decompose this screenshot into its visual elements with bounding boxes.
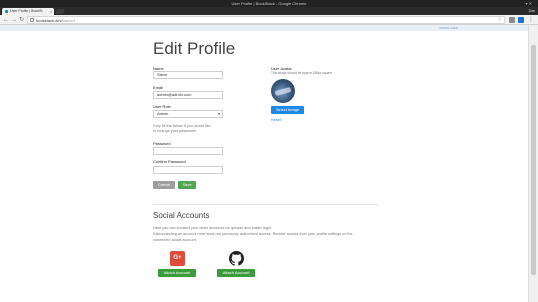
chevron-down-icon: ▾ (217, 111, 220, 116)
avatar-size-note: This image should be approx 256px square… (271, 71, 334, 75)
window-titlebar: User Profile | BookStack - Google Chrome… (0, 0, 538, 7)
section-divider (153, 204, 379, 205)
select-image-button[interactable]: Select Image (271, 106, 304, 114)
avatar-image (271, 79, 295, 103)
social-accounts-title: Social Accounts (153, 211, 210, 220)
password-label: Password (153, 141, 171, 146)
confirm-password-input[interactable] (153, 166, 223, 174)
new-tab-button[interactable] (55, 9, 65, 14)
cancel-button[interactable]: Cancel (153, 181, 175, 189)
confirm-password-label: Confirm Password (153, 159, 186, 164)
social-desc-line3: connected social account. (153, 238, 197, 242)
forward-icon[interactable]: → (11, 15, 17, 25)
role-select[interactable]: Admin ▾ (153, 110, 223, 118)
social-desc-line2: Disconnecting an account here does not p… (153, 232, 353, 236)
extension-icon[interactable] (518, 17, 524, 23)
scrollbar-thumb[interactable] (531, 45, 536, 275)
name-input[interactable]: Steve (153, 71, 223, 79)
reload-icon[interactable]: ↻ (19, 15, 24, 25)
tab-title: User Profile | BookSt (10, 9, 43, 13)
window-controls[interactable]: ▾ ✕ (526, 0, 532, 7)
tab-close-icon[interactable]: × (50, 8, 52, 15)
password-input[interactable] (153, 147, 223, 155)
attach-github-button[interactable]: Attach Account (217, 269, 255, 277)
role-label: User Role (153, 104, 171, 109)
header-user-link[interactable]: · ADMIN USER (437, 25, 458, 31)
bookstack-favicon-icon (5, 10, 8, 13)
page-scrollbar[interactable] (528, 25, 538, 302)
extension-icon[interactable] (509, 17, 515, 23)
address-bar[interactable]: bookstack.dev/users/1 ☆ (27, 16, 505, 24)
save-button[interactable]: Save (178, 181, 196, 189)
url-path: users/1 (62, 18, 76, 23)
back-icon[interactable]: ← (3, 15, 9, 25)
github-icon (229, 251, 244, 266)
tab-strip: User Profile | BookSt × Dan (0, 7, 538, 15)
window-title: User Profile | BookStack - Google Chrome (231, 1, 307, 6)
password-note-line2: to change your password: (153, 129, 197, 133)
social-desc-line1: Here you can connect your other accounts… (153, 226, 273, 230)
profile-name[interactable]: Dan (529, 8, 535, 14)
attach-google-button[interactable]: Attach Account (158, 269, 196, 277)
role-select-value: Admin (157, 111, 169, 116)
email-label: Email (153, 85, 164, 90)
email-input[interactable]: admin@admin.com (153, 91, 223, 99)
lock-icon (30, 18, 34, 22)
browser-toolbar: ← → ↻ bookstack.dev/users/1 ☆ ⋮ (0, 15, 538, 25)
star-icon[interactable]: ☆ (498, 17, 502, 24)
tab-user-profile[interactable]: User Profile | BookSt × (2, 8, 54, 15)
url-text: bookstack.dev/users/1 (36, 17, 76, 24)
google-plus-icon: G+ (170, 251, 185, 266)
url-host: bookstack.dev/ (36, 18, 63, 23)
browser-menu-icon[interactable]: ⋮ (528, 15, 534, 25)
page-title: Edit Profile (153, 39, 236, 58)
reset-avatar-link[interactable]: Reset (271, 118, 281, 122)
app-header: · ADMIN USER (0, 25, 528, 31)
